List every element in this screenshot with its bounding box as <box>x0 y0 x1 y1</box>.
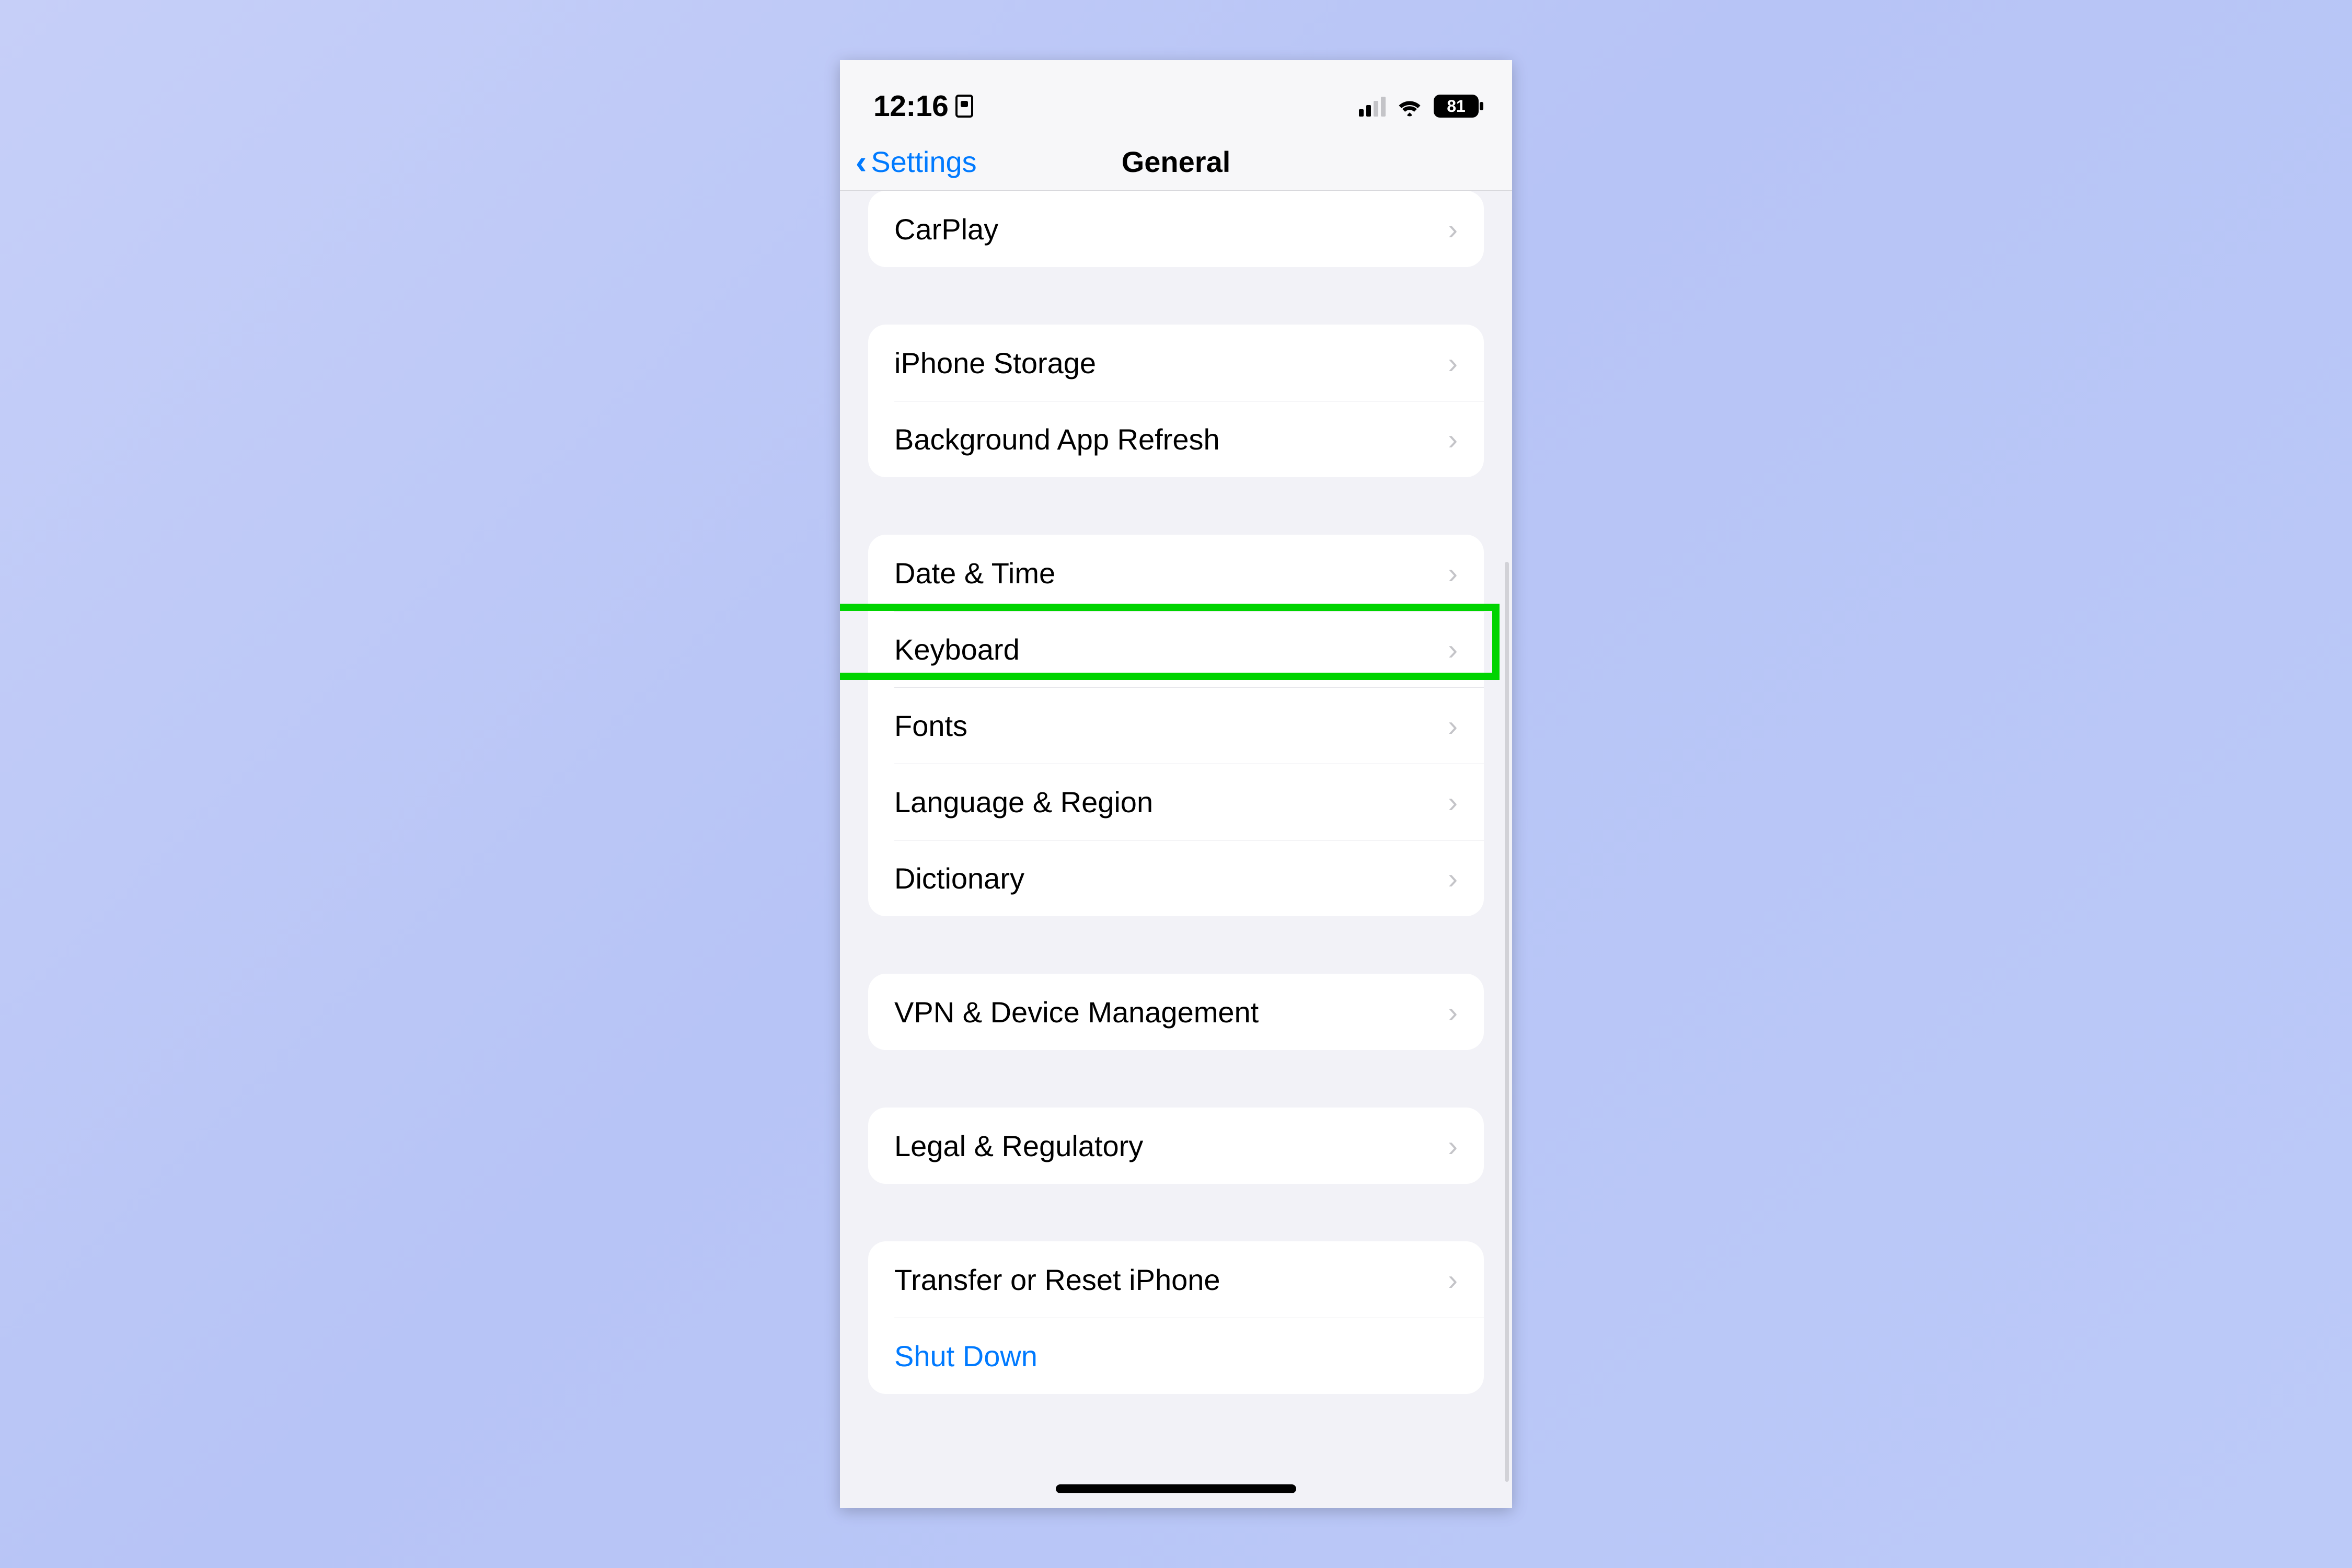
row-label: Transfer or Reset iPhone <box>894 1263 1448 1297</box>
status-left: 12:16 <box>873 89 973 123</box>
status-right: 81 <box>1359 95 1479 118</box>
row-dictionary[interactable]: Dictionary› <box>868 840 1484 916</box>
battery-percent: 81 <box>1447 97 1466 116</box>
row-label: Date & Time <box>894 556 1448 590</box>
chevron-right-icon: › <box>1448 556 1458 590</box>
battery-indicator: 81 <box>1434 95 1479 118</box>
settings-group: CarPlay› <box>868 191 1484 267</box>
row-fonts[interactable]: Fonts› <box>868 687 1484 764</box>
row-shut-down[interactable]: Shut Down <box>868 1318 1484 1394</box>
row-date-time[interactable]: Date & Time› <box>868 535 1484 611</box>
chevron-left-icon: ‹ <box>856 145 867 179</box>
settings-group: Transfer or Reset iPhone› Shut Down <box>868 1241 1484 1394</box>
settings-list[interactable]: CarPlay›iPhone Storage›Background App Re… <box>840 191 1512 1478</box>
row-label: CarPlay <box>894 212 1448 246</box>
row-transfer-or-reset-iphone[interactable]: Transfer or Reset iPhone› <box>868 1241 1484 1318</box>
phone-frame: 12:16 81 ‹ Settings General CarPlay›iPho… <box>840 60 1512 1508</box>
status-bar: 12:16 81 <box>840 60 1512 133</box>
chevron-right-icon: › <box>1448 1129 1458 1163</box>
row-label: Shut Down <box>894 1339 1458 1373</box>
row-label: Language & Region <box>894 785 1448 819</box>
row-background-app-refresh[interactable]: Background App Refresh› <box>868 401 1484 477</box>
row-label: Fonts <box>894 709 1448 743</box>
row-label: Keyboard <box>894 632 1448 666</box>
chevron-right-icon: › <box>1448 632 1458 666</box>
row-language-region[interactable]: Language & Region› <box>868 764 1484 840</box>
chevron-right-icon: › <box>1448 995 1458 1029</box>
row-label: Legal & Regulatory <box>894 1129 1448 1163</box>
chevron-right-icon: › <box>1448 1263 1458 1297</box>
id-card-icon <box>955 95 973 118</box>
nav-bar: ‹ Settings General <box>840 133 1512 191</box>
chevron-right-icon: › <box>1448 861 1458 895</box>
row-label: iPhone Storage <box>894 346 1448 380</box>
home-indicator[interactable] <box>1056 1484 1296 1493</box>
cellular-signal-icon <box>1359 96 1386 117</box>
chevron-right-icon: › <box>1448 346 1458 380</box>
status-time: 12:16 <box>873 89 948 123</box>
row-keyboard[interactable]: Keyboard› <box>868 611 1484 687</box>
row-label: Background App Refresh <box>894 422 1448 456</box>
chevron-right-icon: › <box>1448 422 1458 456</box>
row-carplay[interactable]: CarPlay› <box>868 191 1484 267</box>
scrollbar-indicator <box>1505 562 1509 1482</box>
chevron-right-icon: › <box>1448 212 1458 246</box>
chevron-right-icon: › <box>1448 785 1458 819</box>
row-legal-regulatory[interactable]: Legal & Regulatory› <box>868 1108 1484 1184</box>
row-label: VPN & Device Management <box>894 995 1448 1029</box>
settings-group: VPN & Device Management› <box>868 974 1484 1050</box>
wifi-icon <box>1396 96 1423 117</box>
back-button[interactable]: ‹ Settings <box>840 145 977 179</box>
row-label: Dictionary <box>894 861 1448 895</box>
settings-group: Date & Time›Keyboard›Fonts›Language & Re… <box>868 535 1484 916</box>
row-iphone-storage[interactable]: iPhone Storage› <box>868 325 1484 401</box>
settings-group: iPhone Storage›Background App Refresh› <box>868 325 1484 477</box>
settings-group: Legal & Regulatory› <box>868 1108 1484 1184</box>
row-vpn-device-management[interactable]: VPN & Device Management› <box>868 974 1484 1050</box>
chevron-right-icon: › <box>1448 709 1458 743</box>
back-label: Settings <box>871 145 976 179</box>
